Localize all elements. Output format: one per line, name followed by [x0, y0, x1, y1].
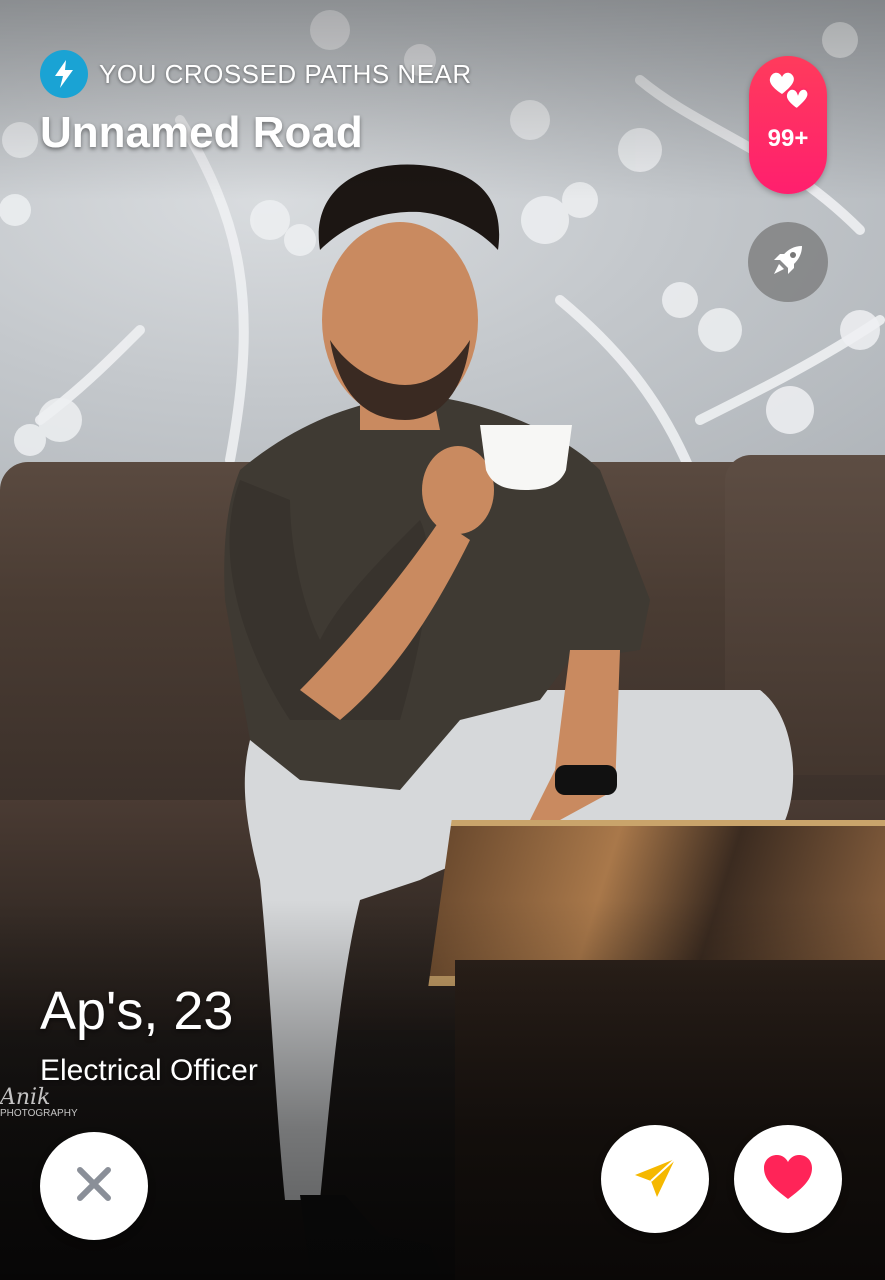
- heart-icon: [762, 1153, 814, 1206]
- photo-watermark: Anik PHOTOGRAPHY: [0, 1085, 78, 1120]
- watermark-small: PHOTOGRAPHY: [0, 1108, 78, 1119]
- profile-name-age: Ap's, 23: [40, 981, 234, 1041]
- like-button[interactable]: [734, 1125, 842, 1233]
- lightning-bolt-icon: [40, 50, 88, 98]
- double-heart-icon: [767, 70, 810, 115]
- crossed-paths-label: YOU CROSSED PATHS NEAR: [99, 58, 472, 89]
- likes-button[interactable]: 99+: [749, 56, 827, 194]
- boost-button[interactable]: [748, 222, 828, 302]
- watermark-script: Anik: [0, 1085, 51, 1110]
- likes-count: 99+: [767, 125, 809, 152]
- send-arrow-icon: [631, 1153, 679, 1206]
- location-title: Unnamed Road: [40, 108, 363, 157]
- nope-button[interactable]: [40, 1132, 148, 1240]
- rocket-icon: [768, 240, 808, 285]
- profile-job-title: Electrical Officer: [40, 1054, 258, 1087]
- super-like-button[interactable]: [601, 1125, 709, 1233]
- profile-card[interactable]: YOU CROSSED PATHS NEAR Unnamed Road 99+ …: [0, 0, 885, 1280]
- crossed-paths-row: YOU CROSSED PATHS NEAR: [40, 50, 472, 98]
- x-icon: [74, 1164, 114, 1209]
